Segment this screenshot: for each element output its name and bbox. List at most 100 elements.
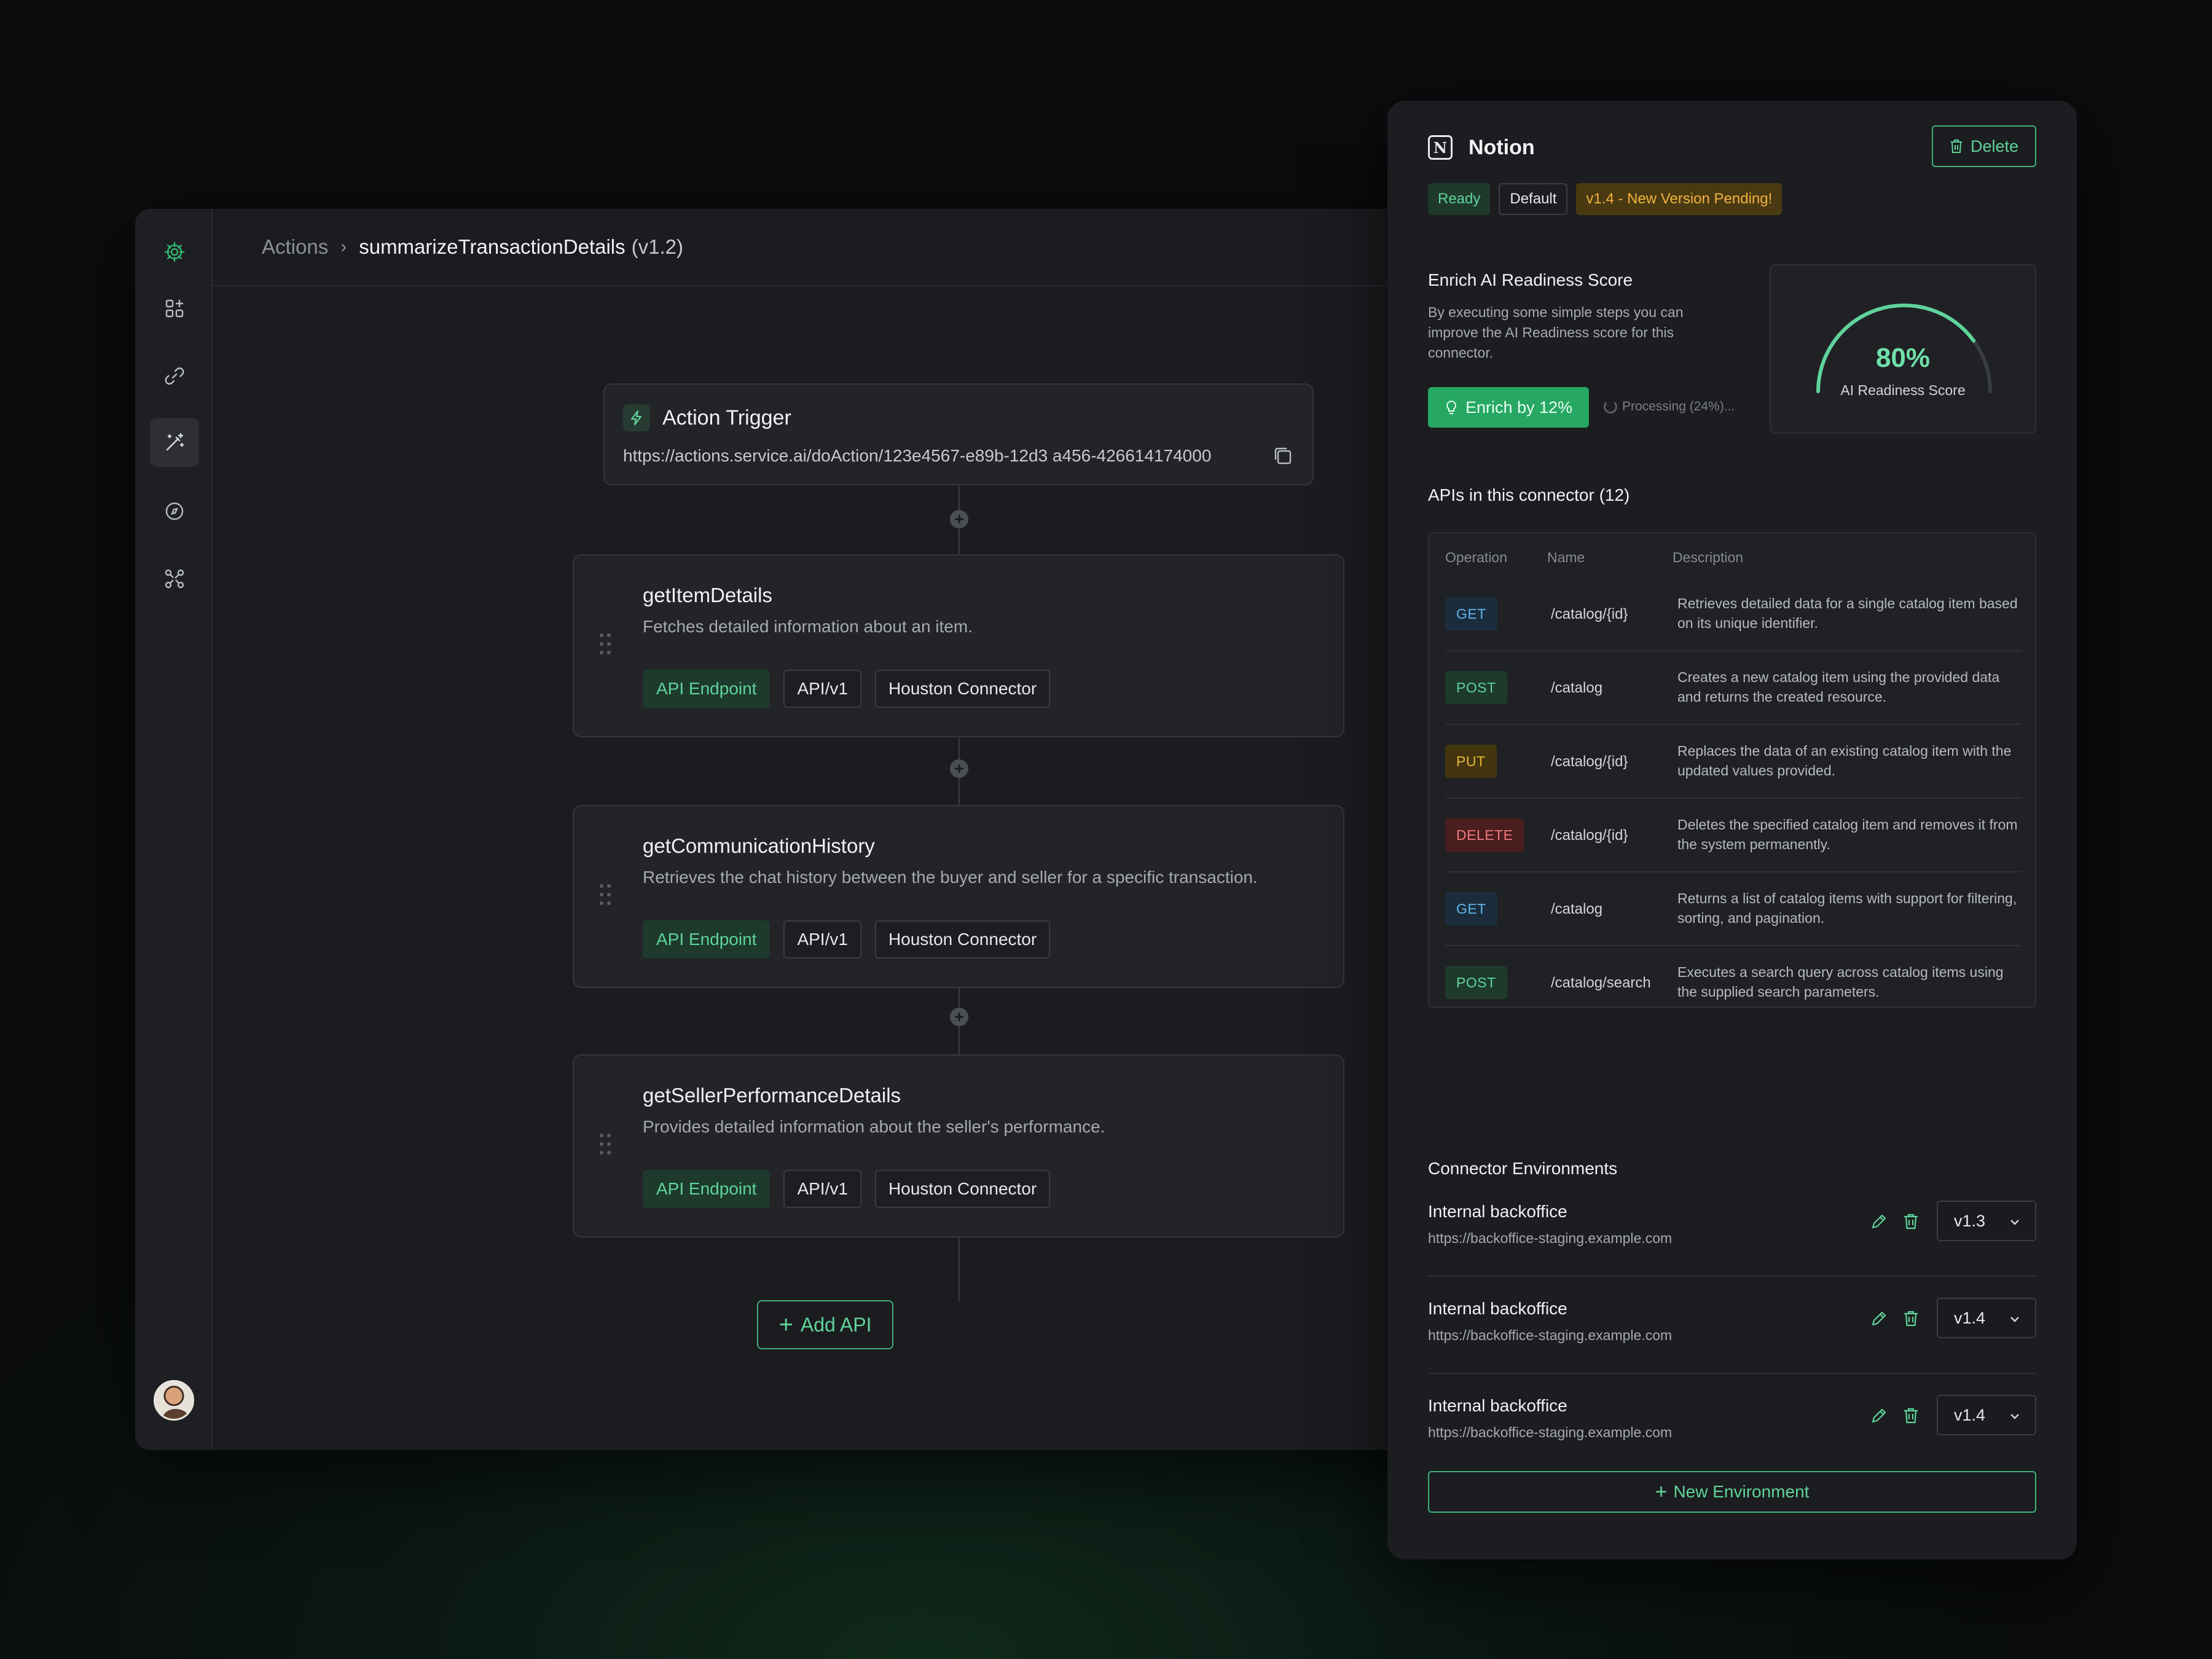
environment-version-select[interactable]: v1.4 xyxy=(1937,1395,2036,1435)
table-row[interactable]: GET /catalog Returns a list of catalog i… xyxy=(1445,873,2022,946)
step-title: getCommunicationHistory xyxy=(643,834,875,857)
environment-url: https://backoffice-staging.example.com xyxy=(1428,1230,1673,1246)
sidebar-rail xyxy=(135,209,213,1450)
endpoint-path: /catalog/search xyxy=(1551,975,1651,991)
copy-icon[interactable] xyxy=(1271,444,1295,468)
method-badge: POST xyxy=(1445,966,1507,999)
tag-connector: Houston Connector xyxy=(874,920,1051,959)
endpoint-path: /catalog xyxy=(1551,901,1603,917)
graph-nodes-icon xyxy=(165,569,184,589)
endpoint-description: Creates a new catalog item using the pro… xyxy=(1677,669,2000,705)
processing-status: Processing (24%)... xyxy=(1604,399,1735,414)
tag-connector: Houston Connector xyxy=(874,1170,1051,1208)
insert-step-button[interactable]: + xyxy=(950,1008,968,1026)
spinner-icon xyxy=(1604,400,1617,414)
sidebar-item-actions[interactable] xyxy=(150,418,199,467)
plus-icon: + xyxy=(779,1311,793,1338)
sidebar-item-dashboard[interactable] xyxy=(150,284,199,333)
pencil-icon[interactable] xyxy=(1869,1406,1889,1426)
sidebar-item-explore[interactable] xyxy=(150,487,199,536)
flow-connector xyxy=(959,1237,960,1301)
step-tags: API Endpoint API/v1 Houston Connector xyxy=(643,670,1051,708)
enrich-title: Enrich AI Readiness Score xyxy=(1428,270,1633,289)
new-environment-button[interactable]: + New Environment xyxy=(1428,1471,2036,1513)
breadcrumb-root-link[interactable]: Actions xyxy=(262,235,328,259)
status-badge-default: Default xyxy=(1499,183,1568,215)
method-badge: GET xyxy=(1445,892,1497,925)
insert-step-button[interactable]: + xyxy=(950,759,968,778)
apis-section-title: APIs in this connector (12) xyxy=(1428,485,1630,504)
api-step-card[interactable]: getItemDetails Fetches detailed informat… xyxy=(573,554,1344,737)
column-header-operation: Operation xyxy=(1445,549,1508,565)
api-step-card[interactable]: getSellerPerformanceDetails Provides det… xyxy=(573,1054,1344,1237)
link-icon xyxy=(165,367,184,385)
table-row[interactable]: DELETE /catalog/{id} Deletes the specifi… xyxy=(1445,799,2022,873)
delete-button[interactable]: Delete xyxy=(1932,125,2036,167)
environment-name: Internal backoffice xyxy=(1428,1299,1567,1318)
tag-api-endpoint: API Endpoint xyxy=(643,1170,771,1208)
table-row[interactable]: POST /catalog Creates a new catalog item… xyxy=(1445,651,2022,725)
app-logo[interactable] xyxy=(150,227,199,276)
panel-header: N Notion xyxy=(1428,135,1535,160)
delete-label: Delete xyxy=(1970,136,2019,155)
step-description: Retrieves the chat history between the b… xyxy=(643,868,1258,887)
endpoint-description: Retrieves detailed data for a single cat… xyxy=(1677,595,2018,631)
enrich-button[interactable]: Enrich by 12% xyxy=(1428,387,1589,428)
table-row[interactable]: GET /catalog/{id} Retrieves detailed dat… xyxy=(1445,578,2022,651)
readiness-score-card: 80% AI Readiness Score xyxy=(1770,264,2036,434)
pencil-icon[interactable] xyxy=(1869,1212,1889,1231)
step-description: Fetches detailed information about an it… xyxy=(643,617,973,636)
drag-handle-icon[interactable] xyxy=(598,632,612,656)
environment-row: Internal backoffice https://backoffice-s… xyxy=(1428,1374,2036,1471)
tag-api-endpoint: API Endpoint xyxy=(643,670,771,708)
pencil-icon[interactable] xyxy=(1869,1309,1889,1328)
connector-title: Notion xyxy=(1469,135,1535,159)
add-widget-icon xyxy=(165,299,184,318)
tag-api-version: API/v1 xyxy=(783,670,861,708)
step-tags: API Endpoint API/v1 Houston Connector xyxy=(643,1170,1051,1208)
environment-name: Internal backoffice xyxy=(1428,1202,1567,1221)
compass-icon xyxy=(165,502,184,520)
environment-version-select[interactable]: v1.4 xyxy=(1937,1298,2036,1338)
page-title: summarizeTransactionDetails xyxy=(359,235,626,258)
table-row[interactable]: PUT /catalog/{id} Replaces the data of a… xyxy=(1445,725,2022,799)
tag-connector: Houston Connector xyxy=(874,670,1051,708)
endpoint-description: Executes a search query across catalog i… xyxy=(1677,964,2004,1000)
add-api-button[interactable]: + Add API xyxy=(757,1300,893,1349)
environment-row: Internal backoffice https://backoffice-s… xyxy=(1428,1277,2036,1374)
api-table: Operation Name Description GET /catalog/… xyxy=(1428,532,2036,1008)
chevron-down-icon xyxy=(2010,1220,2019,1225)
trash-icon xyxy=(1950,139,1962,153)
drag-handle-icon[interactable] xyxy=(598,882,612,907)
notion-icon: N xyxy=(1428,135,1453,160)
drag-handle-icon[interactable] xyxy=(598,1132,612,1156)
trash-icon[interactable] xyxy=(1901,1309,1921,1328)
step-title: getItemDetails xyxy=(643,584,772,606)
table-row[interactable]: POST /catalog/search Executes a search q… xyxy=(1445,946,2022,1020)
avatar[interactable] xyxy=(154,1380,194,1421)
trigger-title: Action Trigger xyxy=(662,406,791,429)
step-tags: API Endpoint API/v1 Houston Connector xyxy=(643,920,1051,959)
brand-logo-icon xyxy=(165,242,184,262)
sidebar-item-connections[interactable] xyxy=(150,351,199,401)
insert-step-button[interactable]: + xyxy=(950,510,968,528)
status-badge-ready: Ready xyxy=(1428,183,1491,215)
selected-version: v1.4 xyxy=(1954,1405,1986,1424)
page-version: (v1.2) xyxy=(631,235,683,258)
endpoint-description: Replaces the data of an existing catalog… xyxy=(1677,743,2012,779)
api-step-card[interactable]: getCommunicationHistory Retrieves the ch… xyxy=(573,805,1344,988)
tag-api-version: API/v1 xyxy=(783,1170,861,1208)
method-badge: DELETE xyxy=(1445,818,1524,852)
trash-icon[interactable] xyxy=(1901,1212,1921,1231)
endpoint-path: /catalog/{id} xyxy=(1551,827,1628,844)
enrich-description: By executing some simple steps you can i… xyxy=(1428,304,1684,361)
method-badge: GET xyxy=(1445,597,1497,630)
trigger-url: https://actions.service.ai/doAction/123e… xyxy=(623,446,1212,465)
environment-version-select[interactable]: v1.3 xyxy=(1937,1201,2036,1241)
column-header-name: Name xyxy=(1547,549,1585,565)
sidebar-item-graph[interactable] xyxy=(150,554,199,603)
trash-icon[interactable] xyxy=(1901,1406,1921,1426)
add-api-label: Add API xyxy=(800,1313,872,1336)
action-trigger-card[interactable]: Action Trigger https://actions.service.a… xyxy=(603,383,1314,485)
environments-section-title: Connector Environments xyxy=(1428,1159,1618,1178)
